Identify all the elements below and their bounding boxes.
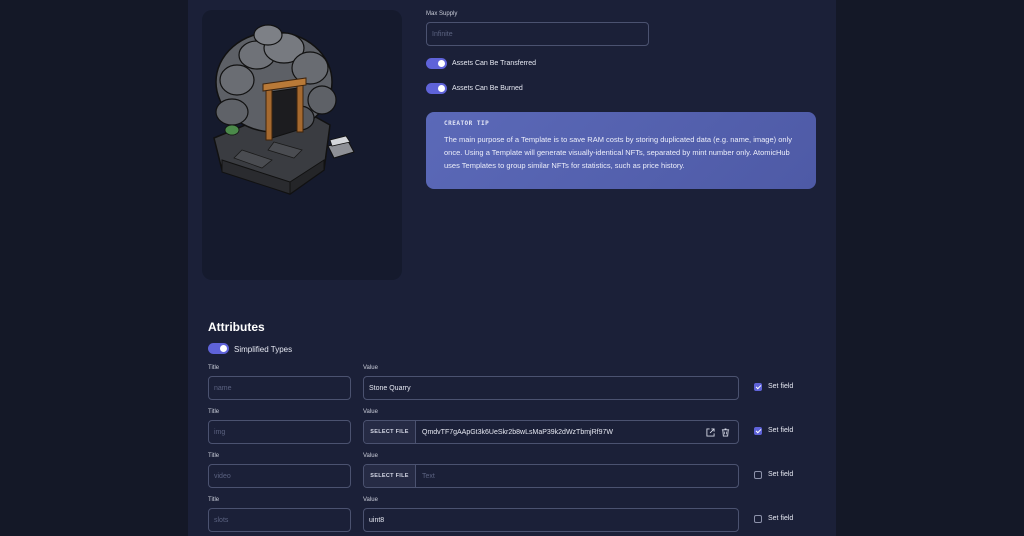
simplified-types-toggle[interactable] [208,343,229,354]
select-file-button[interactable]: SELECT FILE [364,465,416,487]
title-column-label: Title [208,409,220,415]
creator-tip-text: The main purpose of a Template is to sav… [444,135,792,170]
attributes-heading: Attributes [208,320,265,334]
value-column-label: Value [363,365,378,371]
set-field-label: Set field [768,471,794,478]
file-text-placeholder[interactable]: Text [416,473,738,480]
simplified-types-label: Simplified Types [234,345,293,354]
set-field-checkbox[interactable] [754,515,762,523]
max-supply-label: Max Supply [426,11,458,17]
title-column-label: Title [208,365,220,371]
title-column-label: Title [208,453,220,459]
attribute-file-input: SELECT FILE Text [363,464,739,488]
template-image-preview [202,10,402,280]
attribute-value-input[interactable]: Stone Quarry [363,376,739,400]
select-file-button[interactable]: SELECT FILE [364,421,416,443]
creator-tip: CREATOR TIP The main purpose of a Templa… [426,112,816,189]
transferable-label: Assets Can Be Transferred [452,60,537,67]
attribute-file-input: SELECT FILE QmdvTF7gAApGt3k6UeSkr2b8wLsM… [363,420,739,444]
creator-tip-title: CREATOR TIP [444,120,490,127]
set-field-checkbox[interactable] [754,471,762,479]
attribute-value-input[interactable]: uint8 [363,508,739,532]
set-field-label: Set field [768,427,794,434]
value-column-label: Value [363,453,378,459]
stone-quarry-image [213,24,355,195]
max-supply-input[interactable]: Infinite [426,22,649,46]
file-hash-text: QmdvTF7gAApGt3k6UeSkr2b8wLsMaP39k2dWzTbm… [422,428,614,436]
set-field-checkbox[interactable] [754,427,762,435]
burnable-label: Assets Can Be Burned [452,85,523,92]
set-field-checkbox[interactable] [754,383,762,391]
attribute-title-input[interactable]: name [208,376,351,400]
value-column-label: Value [363,409,378,415]
trash-icon[interactable] [721,427,730,437]
attribute-title-input[interactable]: slots [208,508,351,532]
value-column-label: Value [363,497,378,503]
set-field-label: Set field [768,383,794,390]
set-field-label: Set field [768,515,794,522]
transferable-toggle[interactable] [426,58,447,69]
external-link-icon[interactable] [706,427,715,437]
attribute-title-input[interactable]: img [208,420,351,444]
title-column-label: Title [208,497,220,503]
attribute-title-input[interactable]: video [208,464,351,488]
burnable-toggle[interactable] [426,83,447,94]
